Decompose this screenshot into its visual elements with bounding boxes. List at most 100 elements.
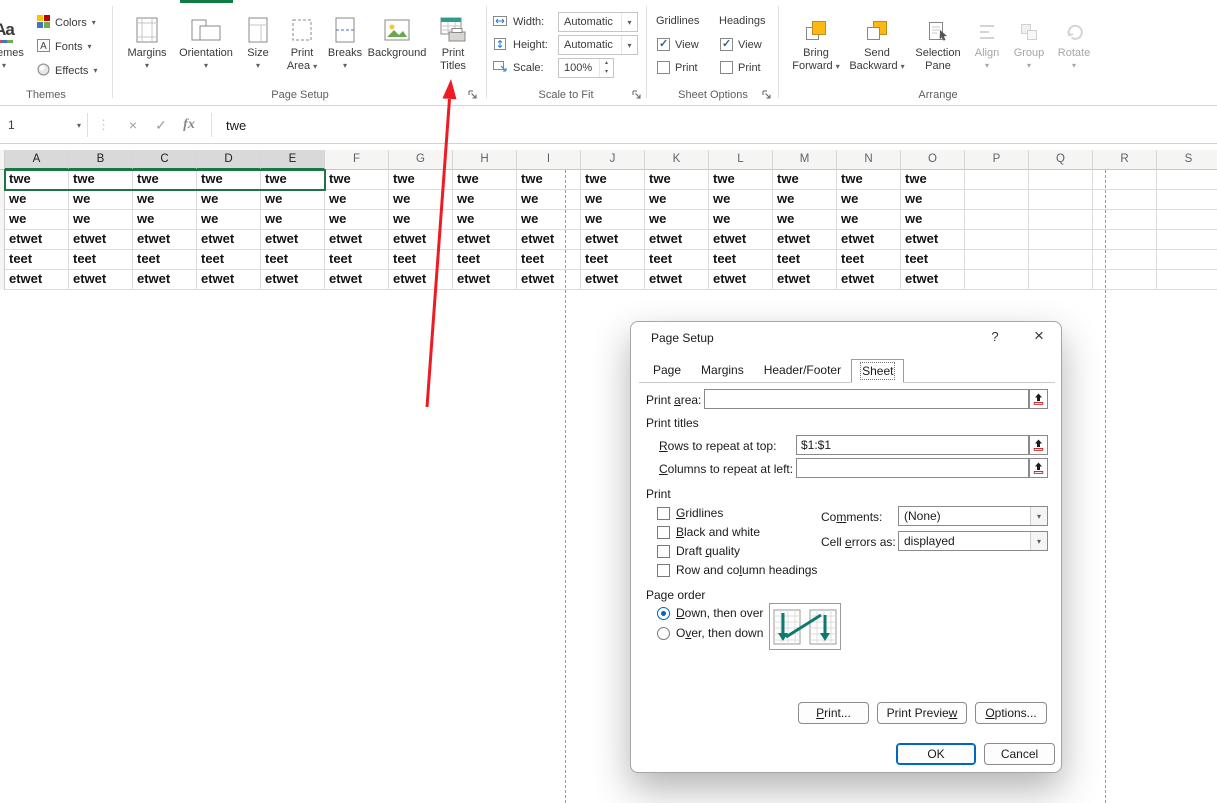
fonts-button[interactable]: A Fonts ▾ [34, 37, 95, 56]
cell-J2[interactable]: we [581, 190, 645, 210]
cell-A4[interactable]: etwet [5, 230, 69, 250]
column-header-O[interactable]: O [901, 150, 965, 170]
scale-spinner[interactable]: 100% ▴ ▾ [558, 58, 614, 78]
column-header-K[interactable]: K [645, 150, 709, 170]
cell-P5[interactable] [965, 250, 1029, 270]
black-and-white-checkbox[interactable]: Black and white [657, 525, 760, 539]
cell-N6[interactable]: etwet [837, 270, 901, 290]
cell-N3[interactable]: we [837, 210, 901, 230]
column-header-H[interactable]: H [453, 150, 517, 170]
cell-C3[interactable]: we [133, 210, 197, 230]
cell-J1[interactable]: twe [581, 170, 645, 190]
column-header-L[interactable]: L [709, 150, 773, 170]
cell-O1[interactable]: twe [901, 170, 965, 190]
column-header-C[interactable]: C [133, 150, 197, 170]
cell-R3[interactable] [1093, 210, 1157, 230]
options-button[interactable]: Options... [975, 702, 1047, 724]
over-then-down-radio[interactable]: Over, then down [657, 626, 763, 640]
cell-G2[interactable]: we [389, 190, 453, 210]
cell-S3[interactable] [1157, 210, 1217, 230]
cell-B6[interactable]: etwet [69, 270, 133, 290]
cell-Q4[interactable] [1029, 230, 1093, 250]
column-header-B[interactable]: B [69, 150, 133, 170]
cell-L3[interactable]: we [709, 210, 773, 230]
rows-repeat-input[interactable] [796, 435, 1029, 455]
column-header-D[interactable]: D [197, 150, 261, 170]
cell-Q5[interactable] [1029, 250, 1093, 270]
background-button[interactable]: Background [366, 5, 428, 89]
cell-C1[interactable]: twe [133, 170, 197, 190]
cell-L1[interactable]: twe [709, 170, 773, 190]
cell-S2[interactable] [1157, 190, 1217, 210]
print-area-collapse-button[interactable] [1029, 389, 1048, 409]
cell-I6[interactable]: etwet [517, 270, 581, 290]
cell-I1[interactable]: twe [517, 170, 581, 190]
cell-M3[interactable]: we [773, 210, 837, 230]
cell-R5[interactable] [1093, 250, 1157, 270]
cols-repeat-input[interactable] [796, 458, 1029, 478]
column-header-G[interactable]: G [389, 150, 453, 170]
cell-P3[interactable] [965, 210, 1029, 230]
cell-G5[interactable]: teet [389, 250, 453, 270]
cell-A3[interactable]: we [5, 210, 69, 230]
cell-errors-select[interactable]: displayed ▾ [898, 531, 1048, 551]
cell-O6[interactable]: etwet [901, 270, 965, 290]
cell-P1[interactable] [965, 170, 1029, 190]
bring-forward-button[interactable]: Bring Forward ▾ [788, 5, 844, 89]
down-then-over-radio[interactable]: Down, then over [657, 606, 763, 620]
cell-H3[interactable]: we [453, 210, 517, 230]
cell-A5[interactable]: teet [5, 250, 69, 270]
cell-E6[interactable]: etwet [261, 270, 325, 290]
headings-view-checkbox[interactable]: View [720, 37, 762, 51]
cell-R6[interactable] [1093, 270, 1157, 290]
cell-H4[interactable]: etwet [453, 230, 517, 250]
cell-E4[interactable]: etwet [261, 230, 325, 250]
cell-I4[interactable]: etwet [517, 230, 581, 250]
cell-P4[interactable] [965, 230, 1029, 250]
effects-button[interactable]: Effects ▾ [34, 61, 100, 80]
ok-button[interactable]: OK [896, 743, 976, 765]
cell-M1[interactable]: twe [773, 170, 837, 190]
gridlines-checkbox[interactable]: Gridlines [657, 506, 723, 520]
cell-F1[interactable]: twe [325, 170, 389, 190]
cell-H6[interactable]: etwet [453, 270, 517, 290]
cell-G6[interactable]: etwet [389, 270, 453, 290]
cell-D2[interactable]: we [197, 190, 261, 210]
cols-repeat-collapse-button[interactable] [1029, 458, 1048, 478]
margins-button[interactable]: Margins ▾ [120, 5, 174, 89]
cell-F5[interactable]: teet [325, 250, 389, 270]
cell-H1[interactable]: twe [453, 170, 517, 190]
cell-E5[interactable]: teet [261, 250, 325, 270]
cell-N5[interactable]: teet [837, 250, 901, 270]
cancel-button[interactable]: Cancel [984, 743, 1055, 765]
column-header-E[interactable]: E [261, 150, 325, 170]
tab-header-footer[interactable]: Header/Footer [754, 359, 851, 382]
scale-to-fit-dialog-launcher[interactable] [630, 88, 644, 102]
column-header-J[interactable]: J [581, 150, 645, 170]
cell-B1[interactable]: twe [69, 170, 133, 190]
print-area-input[interactable] [704, 389, 1029, 409]
cell-P6[interactable] [965, 270, 1029, 290]
cell-C2[interactable]: we [133, 190, 197, 210]
cell-A1[interactable]: twe [5, 170, 69, 190]
cell-C5[interactable]: teet [133, 250, 197, 270]
cell-G4[interactable]: etwet [389, 230, 453, 250]
cell-M2[interactable]: we [773, 190, 837, 210]
cell-F3[interactable]: we [325, 210, 389, 230]
sheet-options-dialog-launcher[interactable] [760, 88, 774, 102]
colors-button[interactable]: Colors ▾ [34, 13, 99, 32]
cell-M4[interactable]: etwet [773, 230, 837, 250]
cell-O3[interactable]: we [901, 210, 965, 230]
cell-F4[interactable]: etwet [325, 230, 389, 250]
align-button[interactable]: Align ▾ [968, 5, 1006, 89]
cell-K4[interactable]: etwet [645, 230, 709, 250]
name-box-caret-icon[interactable]: ▾ [77, 121, 81, 130]
tab-page[interactable]: Page [643, 359, 691, 382]
height-select[interactable]: Automatic ▾ [558, 35, 638, 55]
cell-N2[interactable]: we [837, 190, 901, 210]
cell-Q2[interactable] [1029, 190, 1093, 210]
print-titles-button[interactable]: Print Titles [430, 5, 476, 89]
cell-E2[interactable]: we [261, 190, 325, 210]
cell-G3[interactable]: we [389, 210, 453, 230]
cell-B3[interactable]: we [69, 210, 133, 230]
